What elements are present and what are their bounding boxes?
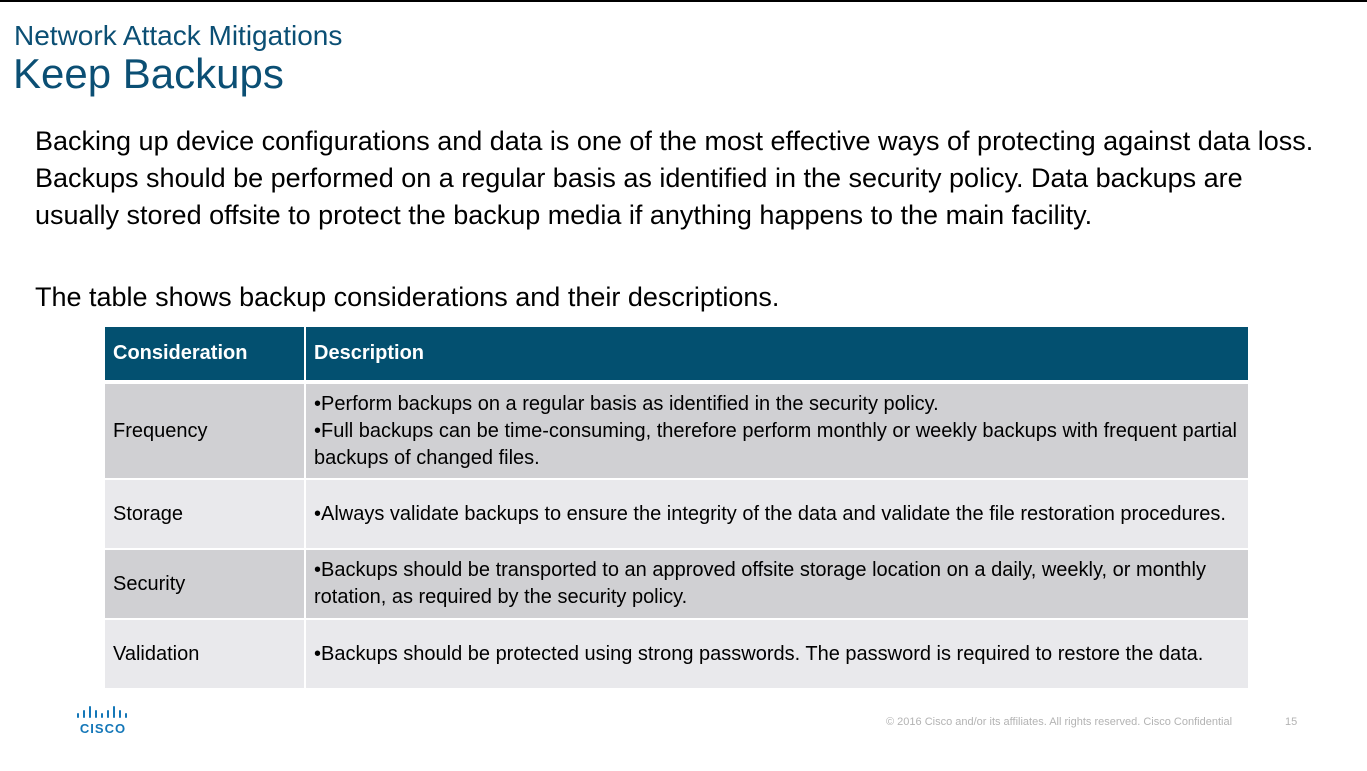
table-intro-paragraph: The table shows backup considerations an…	[35, 282, 780, 312]
table-row: Storage •Always validate backups to ensu…	[105, 479, 1248, 550]
table-row: Validation •Backups should be protected …	[105, 619, 1248, 690]
table-header-row: Consideration Description	[105, 327, 1248, 384]
backup-considerations-table: Consideration Description Frequency •Per…	[105, 327, 1248, 690]
description-bullet: •Always validate backups to ensure the i…	[314, 502, 1226, 525]
description-cell: •Perform backups on a regular basis as i…	[305, 382, 1248, 480]
consideration-cell: Security	[105, 549, 306, 620]
description-bullet: •Perform backups on a regular basis as i…	[314, 392, 939, 415]
cisco-logo-icon: CISCO	[76, 706, 130, 736]
consideration-cell: Frequency	[105, 382, 306, 480]
slide-title: Keep Backups	[13, 50, 284, 97]
consideration-cell: Storage	[105, 479, 306, 550]
description-bullet: •Backups should be transported to an app…	[314, 559, 1206, 608]
consideration-cell: Validation	[105, 619, 306, 690]
slide-subtitle: Network Attack Mitigations	[14, 20, 343, 51]
intro-paragraph: Backing up device configurations and dat…	[35, 126, 1314, 230]
table-row: Frequency •Perform backups on a regular …	[105, 382, 1248, 480]
page-number: 15	[1285, 716, 1298, 728]
description-bullet: •Full backups can be time-consuming, the…	[314, 419, 1237, 469]
footer-copyright: © 2016 Cisco and/or its affiliates. All …	[886, 716, 1233, 728]
column-header-consideration: Consideration	[105, 327, 306, 384]
description-cell: •Backups should be transported to an app…	[305, 549, 1248, 620]
description-cell: •Always validate backups to ensure the i…	[305, 479, 1248, 550]
cisco-bars-icon	[77, 706, 127, 718]
column-header-description: Description	[305, 327, 1248, 384]
top-rule	[0, 0, 1367, 2]
cisco-wordmark: CISCO	[79, 721, 127, 736]
description-cell: •Backups should be protected using stron…	[305, 619, 1248, 690]
description-bullet: •Backups should be protected using stron…	[314, 642, 1204, 665]
table-row: Security •Backups should be transported …	[105, 549, 1248, 620]
